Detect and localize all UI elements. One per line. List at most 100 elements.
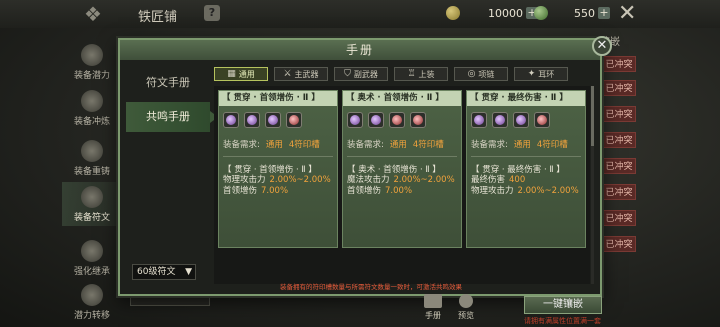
gem-row [343,106,461,128]
magnifier-icon [459,294,473,308]
conflict-badge: 已冲突 [602,236,636,252]
equip-requirement: 装备需求: 通用 4符印槽 [347,140,444,150]
effect-line: 首领增伤 7.00% [347,186,413,196]
book-icon [424,294,442,308]
chevron-down-icon: ▼ [185,267,192,277]
sidebar-item-transfer[interactable]: 潜力转移 [62,280,122,324]
level-filter-select[interactable]: 60级符文 ▼ [132,264,196,280]
category-tabs: ▦ 通用 ⚔ 主武器 ⛉ 副武器 ♖ 上装 ◎ 项链 ✦ 耳环 [214,67,568,81]
purple-rune-icon [471,112,487,128]
one-key-hint: 请拥有满属性位置满一套 [524,317,601,325]
grid-icon: ▦ [227,69,236,79]
one-key-inlay-button[interactable]: 一键镶嵌 [524,296,602,314]
silver-coin-icon [534,6,548,20]
nav-rune-manual[interactable]: 符文手册 [126,68,210,98]
conflict-badge: 已冲突 [602,158,636,174]
effect-line: 物理攻击力 2.00%~2.00% [471,186,579,196]
card-title: 【 贯穿 · 最终伤害 · Ⅱ 】 [467,91,585,106]
help-icon[interactable]: ? [204,5,220,21]
rune-icon [81,186,103,208]
resonance-card-list: 【 贯穿 · 首领增伤 · Ⅱ 】 装备需求: 通用 4符印槽 【 贯穿 · 首领增… [214,86,590,284]
preview-button[interactable]: 预览 [458,294,474,321]
tab-armor[interactable]: ♖ 上装 [394,67,448,81]
sword-icon: ⚔ [283,69,292,79]
gold-resource: 10000 + [446,6,538,20]
sidebar-item-refine[interactable]: 装备冲炼 [62,86,122,130]
effect-title: 【 贯穿 · 最终伤害 · Ⅱ 】 [471,165,565,175]
manual-modal: 手册 ✕ 符文手册 共鸣手册 60级符文 ▼ ▦ 通用 ⚔ 主武器 ⛉ 副武器 ♖ 上装… [118,36,612,296]
shield-icon: ⛉ [344,69,351,79]
dragon-logo-icon: ❖ [84,2,102,26]
resonance-card[interactable]: 【 贯穿 · 首领增伤 · Ⅱ 】 装备需求: 通用 4符印槽 【 贯穿 · 首领增… [218,90,338,248]
purple-rune-icon [513,112,529,128]
sidebar-item-potential[interactable]: 装备潜力 [62,40,122,84]
divider [223,156,333,157]
purple-rune-icon [265,112,281,128]
anvil-icon [81,90,103,112]
equip-requirement: 装备需求: 通用 4符印槽 [223,140,320,150]
top-bar: ❖ 铁匠铺 ? 10000 + 550 + ✕ [0,0,720,28]
gem-row [467,106,585,128]
resonance-card[interactable]: 【 奥术 · 首领增伤 · Ⅱ 】 装备需求: 通用 4符印槽 【 奥术 · 首领增… [342,90,462,248]
purple-rune-icon [347,112,363,128]
tab-earring[interactable]: ✦ 耳环 [514,67,568,81]
nav-resonance-manual[interactable]: 共鸣手册 [126,102,218,132]
effect-line: 魔法攻击力 2.00%~2.00% [347,175,455,185]
gem-row [219,106,337,128]
manual-button[interactable]: 手册 [424,294,442,321]
purple-rune-icon [492,112,508,128]
conflict-badge: 已冲突 [602,106,636,122]
silver-resource: 550 + [534,6,610,20]
conflict-badge: 已冲突 [602,80,636,96]
tab-main-weapon[interactable]: ⚔ 主武器 [274,67,328,81]
divider [471,156,581,157]
modal-title: 手册 [120,40,600,60]
scrollbar[interactable] [591,86,594,284]
effect-title: 【 贯穿 · 首领增伤 · Ⅱ 】 [223,165,317,175]
page-title: 铁匠铺 [138,10,178,25]
conflict-badge: 已冲突 [602,56,636,72]
effect-title: 【 奥术 · 首领增伤 · Ⅱ 】 [347,165,441,175]
add-silver-button[interactable]: + [598,7,610,19]
purple-rune-icon [223,112,239,128]
gold-coin-icon [446,6,460,20]
red-rune-icon [410,112,426,128]
sidebar-item-rune[interactable]: 装备符文 [62,182,122,226]
red-rune-icon [286,112,302,128]
manual-nav: 符文手册 共鸣手册 [126,68,218,136]
red-rune-icon [534,112,550,128]
potential-icon [81,44,103,66]
equip-requirement: 装备需求: 通用 4符印槽 [471,140,568,150]
modal-close-icon[interactable]: ✕ [592,36,612,56]
hammer-icon [81,140,103,162]
conflict-badge: 已冲突 [602,132,636,148]
purple-rune-icon [368,112,384,128]
card-title: 【 奥术 · 首领增伤 · Ⅱ 】 [343,91,461,106]
conflict-badge: 已冲突 [602,210,636,226]
card-title: 【 贯穿 · 首领增伤 · Ⅱ 】 [219,91,337,106]
silver-amount: 550 [574,6,595,20]
earring-icon: ✦ [527,69,536,79]
close-icon[interactable]: ✕ [618,3,636,25]
effect-line: 物理攻击力 2.00%~2.00% [223,175,331,185]
transfer-icon [81,284,103,306]
tab-necklace[interactable]: ◎ 项链 [454,67,508,81]
tab-general[interactable]: ▦ 通用 [214,67,268,81]
sidebar: 装备潜力 装备冲炼 装备重铸 装备符文 强化继承 潜力转移 [62,40,122,327]
effect-line: 最终伤害 400 [471,175,526,185]
armor-icon: ♖ [407,69,416,79]
sidebar-item-inherit[interactable]: 强化继承 [62,236,122,280]
sidebar-item-reforge[interactable]: 装备重铸 [62,136,122,180]
divider [347,156,457,157]
resonance-card[interactable]: 【 贯穿 · 最终伤害 · Ⅱ 】 装备需求: 通用 4符印槽 【 贯穿 · 最终伤… [466,90,586,248]
purple-rune-icon [244,112,260,128]
gold-amount: 10000 [488,6,523,20]
inherit-icon [81,240,103,262]
red-rune-icon [389,112,405,128]
resonance-footnote: 装备拥有的符印槽数量与所需符文数量一致时，可激活共鸣效果 [280,283,462,291]
conflict-badge: 已冲突 [602,184,636,200]
bottom-actions: 手册 预览 [424,294,474,321]
effect-line: 首领增伤 7.00% [223,186,289,196]
tab-sub-weapon[interactable]: ⛉ 副武器 [334,67,388,81]
necklace-icon: ◎ [467,69,476,79]
